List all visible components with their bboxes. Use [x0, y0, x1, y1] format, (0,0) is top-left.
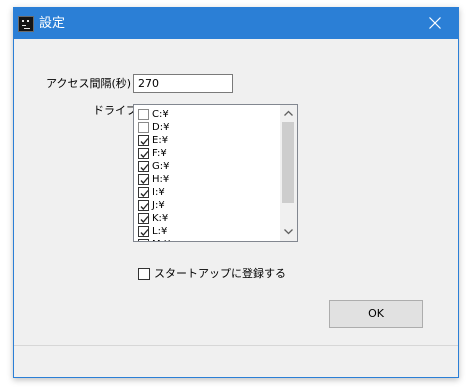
drive-list[interactable]: C:¥D:¥E:¥F:¥G:¥H:¥I:¥J:¥K:¥L:¥M:¥N:¥ — [133, 104, 298, 242]
interval-input[interactable]: 270 — [133, 74, 233, 93]
drive-item-label: C:¥ — [152, 109, 169, 120]
checkmark-icon — [140, 151, 149, 158]
chevron-down-icon[interactable] — [284, 229, 293, 235]
drive-checkbox[interactable] — [138, 226, 149, 237]
checkmark-icon — [140, 164, 149, 171]
checkmark-icon — [140, 229, 149, 236]
app-icon — [18, 16, 34, 32]
drive-checkbox[interactable] — [138, 200, 149, 211]
drive-item-label: L:¥ — [152, 226, 168, 237]
chevron-up-icon[interactable] — [284, 110, 293, 116]
drive-label: ドライブ — [93, 104, 137, 117]
window-title: 設定 — [39, 16, 66, 31]
drive-list-scrollbar[interactable] — [280, 105, 297, 241]
startup-checkbox[interactable] — [138, 268, 150, 280]
checkmark-icon — [140, 177, 149, 184]
drive-item-label: H:¥ — [152, 174, 170, 185]
drive-checkbox[interactable] — [138, 187, 149, 198]
drive-checkbox[interactable] — [138, 174, 149, 185]
drive-item-label: E:¥ — [152, 135, 169, 146]
checkmark-icon — [140, 203, 149, 210]
drive-item-label: G:¥ — [152, 161, 170, 172]
drive-checkbox[interactable] — [138, 135, 149, 146]
drive-checkbox[interactable] — [138, 109, 149, 120]
checkmark-icon — [139, 240, 150, 242]
close-button[interactable] — [412, 8, 458, 39]
status-divider — [14, 345, 458, 346]
drive-item-label: F:¥ — [152, 148, 167, 159]
drive-item-label: M:¥ — [152, 238, 170, 241]
checkmark-icon — [140, 190, 149, 197]
drive-checkbox[interactable] — [138, 239, 150, 242]
settings-dialog: 設定 アクセス間隔(秒) 270 ドライブ C:¥ D:¥ E:¥ F:¥ G:¥ H:¥… — [13, 7, 459, 378]
checkmark-icon — [140, 216, 149, 223]
interval-label: アクセス間隔(秒) — [46, 77, 132, 90]
drive-item-label: J:¥ — [152, 200, 165, 211]
scrollbar-thumb[interactable] — [282, 122, 294, 203]
drive-checkbox[interactable] — [138, 148, 149, 159]
drive-item[interactable]: M:¥ — [138, 238, 278, 242]
drive-item-label: D:¥ — [152, 122, 170, 133]
startup-option[interactable]: スタートアップに登録する — [138, 267, 286, 281]
title-bar[interactable]: 設定 — [14, 8, 458, 39]
drive-checkbox[interactable] — [138, 213, 149, 224]
drive-checkbox[interactable] — [138, 122, 149, 133]
ok-button[interactable]: OK — [329, 300, 423, 328]
startup-label: スタートアップに登録する — [154, 267, 286, 280]
drive-item-label: I:¥ — [152, 187, 165, 198]
checkmark-icon — [140, 138, 149, 145]
close-icon — [429, 17, 441, 29]
drive-item-label: K:¥ — [152, 213, 169, 224]
drive-checkbox[interactable] — [138, 161, 149, 172]
page: 設定 アクセス間隔(秒) 270 ドライブ C:¥ D:¥ E:¥ F:¥ G:¥ H:¥… — [0, 0, 473, 387]
